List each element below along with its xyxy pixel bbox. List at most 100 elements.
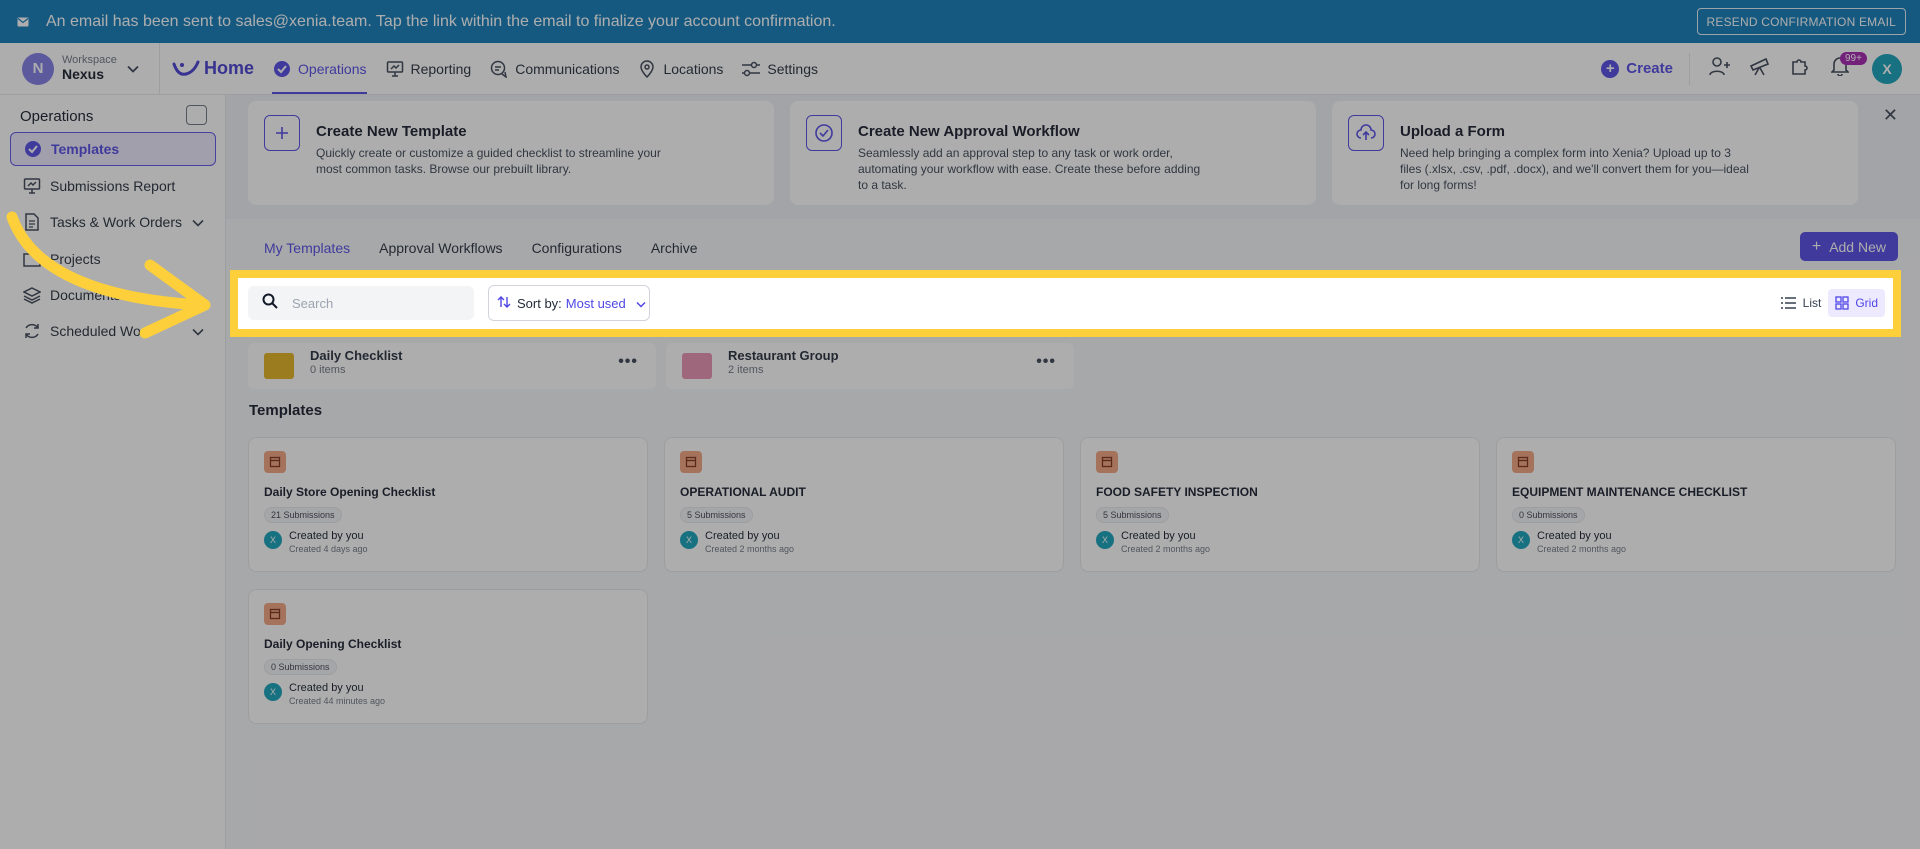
notifications-button[interactable]: 99+ xyxy=(1820,49,1867,89)
workspace-name: Nexus xyxy=(62,65,105,82)
nav-home-label: Home xyxy=(204,58,255,78)
template-card[interactable]: FOOD SAFETY INSPECTION 5 Submissions X C… xyxy=(1080,437,1480,572)
map-pin-icon xyxy=(637,59,657,79)
telescope-icon xyxy=(1749,56,1771,81)
template-card[interactable]: OPERATIONAL AUDIT 5 Submissions X Create… xyxy=(664,437,1064,572)
avatar: X xyxy=(264,683,282,701)
template-box-icon xyxy=(1512,451,1534,473)
sidebar-title: Operations xyxy=(20,108,94,125)
confirmation-banner: An email has been sent to sales@xenia.te… xyxy=(0,0,1920,43)
submissions-badge: 0 Submissions xyxy=(264,659,337,675)
card-description: Need help bringing a complex form into X… xyxy=(1400,146,1749,192)
more-options-icon[interactable]: ••• xyxy=(1036,353,1056,371)
card-description: Quickly create or customize a guided che… xyxy=(316,146,661,176)
created-by: Created by you xyxy=(1121,530,1196,542)
nav-operations-label: Operations xyxy=(298,60,367,77)
more-options-icon[interactable]: ••• xyxy=(618,353,638,371)
created-by: Created by you xyxy=(289,682,364,694)
avatar: X xyxy=(1096,531,1114,549)
created-at: Created 4 days ago xyxy=(289,544,368,554)
workspace-avatar: N xyxy=(22,52,54,85)
template-name: Daily Store Opening Checklist xyxy=(264,485,436,499)
created-by: Created by you xyxy=(705,530,780,542)
resend-confirmation-button[interactable]: RESEND CONFIRMATION EMAIL xyxy=(1696,8,1906,35)
created-by: Created by you xyxy=(289,530,364,542)
created-at: Created 44 minutes ago xyxy=(289,696,386,706)
tutorial-highlight-frame xyxy=(230,270,1901,337)
create-template-card[interactable]: Create New Template Quickly create or cu… xyxy=(248,101,774,205)
nav-communications[interactable]: Communications xyxy=(489,43,619,94)
integrations-button[interactable] xyxy=(1780,49,1820,89)
template-card[interactable]: Daily Opening Checklist 0 Submissions X … xyxy=(248,589,648,724)
nav-home[interactable]: Home xyxy=(172,43,254,94)
folder-name: Restaurant Group xyxy=(728,348,839,363)
home-logo-icon xyxy=(172,59,200,79)
template-tabs: My Templates Approval Workflows Configur… xyxy=(264,240,727,264)
add-new-label: Add New xyxy=(1829,238,1886,255)
main-content: Create New Template Quickly create or cu… xyxy=(226,95,1920,849)
card-title: Create New Approval Workflow xyxy=(858,123,1080,140)
template-card[interactable]: Daily Store Opening Checklist 21 Submiss… xyxy=(248,437,648,572)
create-label: Create xyxy=(1626,60,1673,77)
nav-communications-label: Communications xyxy=(515,60,620,77)
puzzle-icon xyxy=(1790,56,1810,81)
add-user-icon xyxy=(1709,56,1731,81)
card-title: Upload a Form xyxy=(1400,123,1506,140)
mail-icon xyxy=(14,15,32,29)
folder-card[interactable]: Daily Checklist 0 items ••• xyxy=(248,343,656,389)
template-box-icon xyxy=(264,451,286,473)
template-box-icon xyxy=(1096,451,1118,473)
created-by: Created by you xyxy=(1537,530,1612,542)
plus-icon: + xyxy=(1811,237,1822,255)
nav-locations[interactable]: Locations xyxy=(637,43,723,94)
submissions-badge: 0 Submissions xyxy=(1512,507,1585,523)
submissions-badge: 5 Submissions xyxy=(1096,507,1169,523)
sliders-icon xyxy=(741,59,761,79)
template-card[interactable]: EQUIPMENT MAINTENANCE CHECKLIST 0 Submis… xyxy=(1496,437,1896,572)
nav-settings-label: Settings xyxy=(767,60,818,77)
tab-archive[interactable]: Archive xyxy=(651,240,698,264)
sidebar-item-label: Templates xyxy=(51,141,120,157)
template-box-icon xyxy=(264,603,286,625)
sidebar-item-templates[interactable]: Templates xyxy=(10,132,216,166)
nav-operations[interactable]: Operations xyxy=(272,43,367,94)
tab-configurations[interactable]: Configurations xyxy=(532,240,622,264)
template-name: Daily Opening Checklist xyxy=(264,637,402,651)
workspace-switcher[interactable]: N Workspace Nexus xyxy=(0,43,160,94)
create-cards-row: Create New Template Quickly create or cu… xyxy=(226,95,1920,219)
submissions-badge: 21 Submissions xyxy=(264,507,342,523)
telescope-button[interactable] xyxy=(1740,49,1780,89)
templates-heading: Templates xyxy=(249,402,323,419)
avatar: X xyxy=(1512,531,1530,549)
close-icon[interactable]: ✕ xyxy=(1883,105,1898,126)
card-title: Create New Template xyxy=(316,123,467,140)
folder-count: 0 items xyxy=(310,364,346,376)
template-box-icon xyxy=(680,451,702,473)
chevron-down-icon xyxy=(127,60,139,78)
nav-reporting[interactable]: Reporting xyxy=(385,43,471,94)
sidebar-collapse-icon[interactable] xyxy=(186,105,207,125)
tab-approval-workflows[interactable]: Approval Workflows xyxy=(379,240,502,264)
app-root: An email has been sent to sales@xenia.te… xyxy=(0,0,1920,849)
add-user-button[interactable] xyxy=(1700,49,1740,89)
folder-count: 2 items xyxy=(728,364,764,376)
add-new-button[interactable]: + Add New xyxy=(1799,232,1898,261)
divider xyxy=(1689,52,1690,85)
top-nav: N Workspace Nexus Home Operations Report… xyxy=(0,43,1920,95)
create-approval-workflow-card[interactable]: Create New Approval Workflow Seamlessly … xyxy=(790,101,1316,205)
sidebar-item-submissions-report[interactable]: Submissions Report xyxy=(10,169,216,203)
upload-form-card[interactable]: Upload a Form Need help bringing a compl… xyxy=(1332,101,1858,205)
tab-my-templates[interactable]: My Templates xyxy=(264,240,350,264)
avatar: X xyxy=(264,531,282,549)
nav-settings[interactable]: Settings xyxy=(741,43,818,94)
folder-card[interactable]: Restaurant Group 2 items ••• xyxy=(666,343,1074,389)
create-button[interactable]: + Create xyxy=(1601,59,1673,78)
check-badge-icon xyxy=(806,115,842,151)
folder-name: Daily Checklist xyxy=(310,348,403,363)
notifications-badge: 99+ xyxy=(1840,51,1867,65)
user-avatar[interactable]: X xyxy=(1872,53,1902,84)
presentation-chart-icon xyxy=(385,59,405,79)
cloud-upload-icon xyxy=(1348,115,1384,151)
tutorial-arrow-icon xyxy=(6,211,211,339)
created-at: Created 2 months ago xyxy=(1537,544,1627,554)
